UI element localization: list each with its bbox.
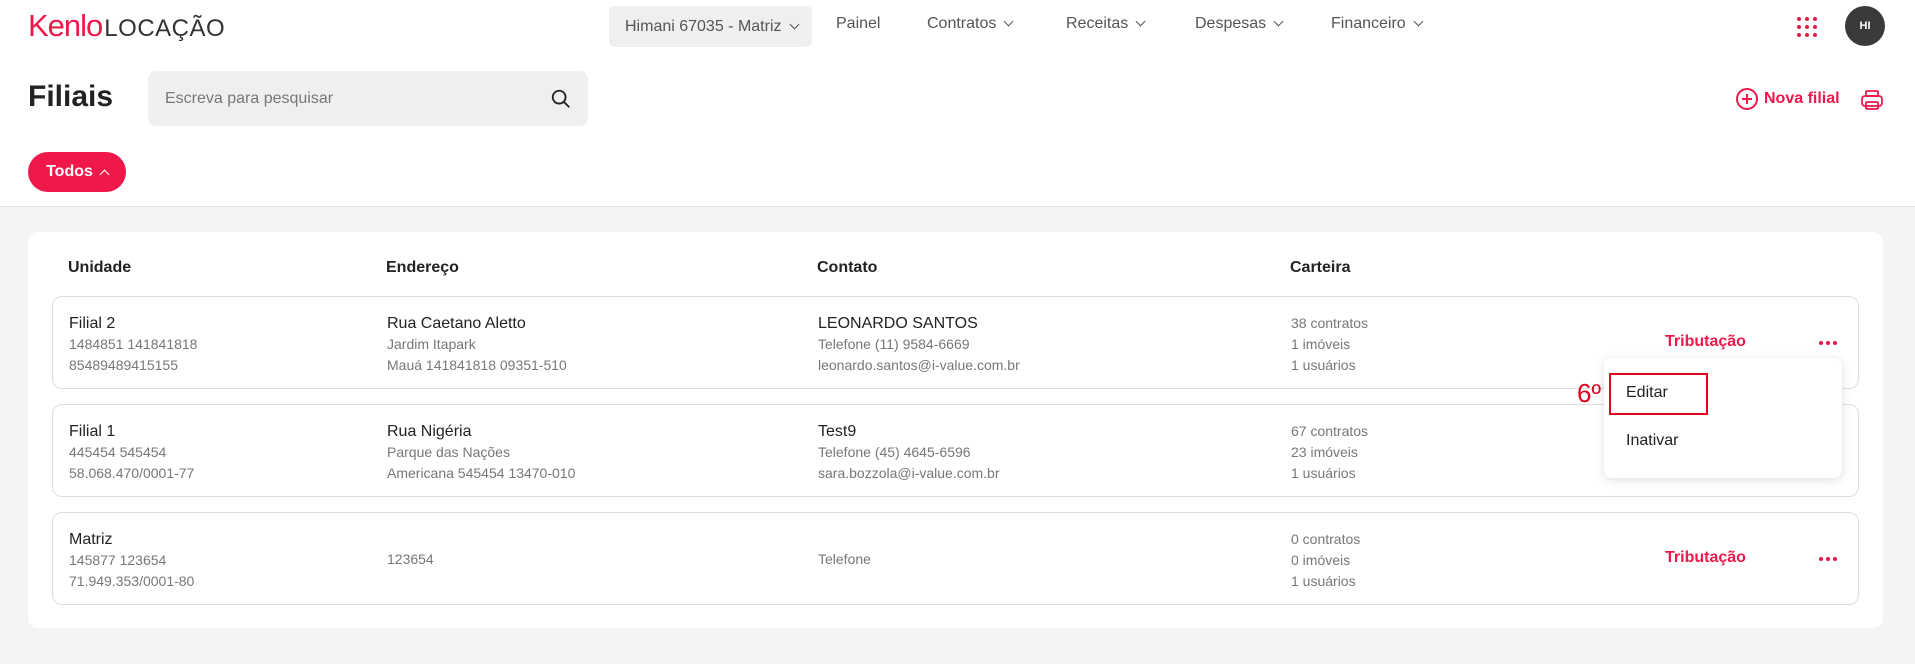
address-cell: 123654 xyxy=(387,513,434,606)
portfolio-cell: 38 contratos 1 imóveis 1 usuários xyxy=(1291,313,1368,376)
portfolio-contracts: 38 contratos xyxy=(1291,315,1369,331)
logo-product: LOCAÇÃO xyxy=(104,15,226,42)
contact-phone: Telefone (45) 4645-6596 xyxy=(818,444,971,460)
new-branch-button[interactable]: Nova filial xyxy=(1736,88,1840,110)
column-header-contato: Contato xyxy=(817,259,878,276)
contact-name: Test9 xyxy=(818,423,857,440)
chevron-down-icon xyxy=(1273,16,1284,27)
contact-cell: Test9 Telefone (45) 4645-6596 sara.bozzo… xyxy=(818,421,1000,484)
chevron-down-icon xyxy=(789,19,799,29)
new-branch-label: Nova filial xyxy=(1764,90,1840,107)
step-highlight-box xyxy=(1609,373,1708,415)
nav-label: Receitas xyxy=(1066,15,1129,32)
portfolio-cell: 67 contratos 23 imóveis 1 usuários xyxy=(1291,421,1368,484)
address-cell: Rua Caetano Aletto Jardim Itapark Mauá 1… xyxy=(387,313,567,376)
chevron-down-icon xyxy=(1135,16,1146,27)
portfolio-users: 1 usuários xyxy=(1291,357,1356,373)
logo[interactable]: Kenlo LOCAÇÃO xyxy=(28,8,225,44)
printer-icon[interactable] xyxy=(1860,88,1884,112)
nav-label: Financeiro xyxy=(1331,15,1406,32)
contact-name: LEONARDO SANTOS xyxy=(818,315,978,332)
more-options-icon[interactable] xyxy=(1818,549,1838,569)
table-row[interactable]: Matriz 145877 123654 71.949.353/0001-80 … xyxy=(52,512,1859,605)
portfolio-contracts: 0 contratos xyxy=(1291,531,1361,547)
nav-label: Despesas xyxy=(1195,15,1267,32)
unit-name: Matriz xyxy=(69,531,113,548)
column-header-endereco: Endereço xyxy=(386,259,459,276)
step-label: 6º xyxy=(1577,378,1601,408)
chevron-up-icon xyxy=(99,169,110,179)
portfolio-properties: 0 imóveis xyxy=(1291,552,1351,568)
contact-cell: LEONARDO SANTOS Telefone (11) 9584-6669 … xyxy=(818,313,1020,376)
unit-document: 85489489415155 xyxy=(69,357,179,373)
portfolio-contracts: 67 contratos xyxy=(1291,423,1369,439)
column-header-unidade: Unidade xyxy=(68,259,132,276)
contact-phone: Telefone xyxy=(818,551,871,567)
portfolio-users: 1 usuários xyxy=(1291,573,1356,589)
unit-cell: Filial 2 1484851 141841818 8548948941515… xyxy=(69,313,197,376)
portfolio-properties: 1 imóveis xyxy=(1291,336,1351,352)
table-row[interactable]: Filial 1 445454 545454 58.068.470/0001-7… xyxy=(52,404,1859,497)
tenant-label: Himani 67035 - Matriz xyxy=(625,17,782,35)
tributacao-link[interactable]: Tributação xyxy=(1665,549,1746,567)
unit-registration: 445454 545454 xyxy=(69,444,167,460)
column-header-carteira: Carteira xyxy=(1290,259,1351,276)
filter-todos-button[interactable]: Todos xyxy=(28,152,126,192)
unit-name: Filial 2 xyxy=(69,315,116,332)
unit-registration: 1484851 141841818 xyxy=(69,336,198,352)
contact-email: sara.bozzola@i-value.com.br xyxy=(818,465,1000,481)
nav-receitas[interactable]: Receitas xyxy=(1066,15,1146,33)
chevron-down-icon xyxy=(1003,16,1014,27)
search-box xyxy=(148,71,588,126)
address-city: Mauá 141841818 09351-510 xyxy=(387,357,567,373)
search-icon[interactable] xyxy=(550,88,572,110)
tributacao-link[interactable]: Tributação xyxy=(1665,333,1746,351)
more-options-icon[interactable] xyxy=(1818,333,1838,353)
contact-email: leonardo.santos@i-value.com.br xyxy=(818,357,1020,373)
nav-label: Contratos xyxy=(927,15,997,32)
address-city: Americana 545454 13470-010 xyxy=(387,465,576,481)
portfolio-cell: 0 contratos 0 imóveis 1 usuários xyxy=(1291,529,1360,592)
address-street: Rua Caetano Aletto xyxy=(387,315,526,332)
contact-phone: Telefone (11) 9584-6669 xyxy=(818,336,970,352)
nav-painel[interactable]: Painel xyxy=(836,15,880,33)
search-input[interactable] xyxy=(165,71,545,126)
nav-financeiro[interactable]: Financeiro xyxy=(1331,15,1424,33)
filter-label: Todos xyxy=(46,163,93,180)
address-street: 123654 xyxy=(387,551,434,567)
page-header: Filiais Nova filial Todos xyxy=(0,52,1915,207)
unit-registration: 145877 123654 xyxy=(69,552,167,568)
plus-circle-icon xyxy=(1736,88,1758,110)
nav-label: Painel xyxy=(836,15,881,32)
address-district: Parque das Nações xyxy=(387,444,510,460)
unit-cell: Matriz 145877 123654 71.949.353/0001-80 xyxy=(69,529,194,592)
nav-despesas[interactable]: Despesas xyxy=(1195,15,1284,33)
table-row[interactable]: Filial 2 1484851 141841818 8548948941515… xyxy=(52,296,1859,389)
chevron-down-icon xyxy=(1413,16,1424,27)
unit-document: 58.068.470/0001-77 xyxy=(69,465,195,481)
nav-contratos[interactable]: Contratos xyxy=(927,15,1014,33)
top-navbar: Kenlo LOCAÇÃO Himani 67035 - Matriz Pain… xyxy=(0,0,1915,52)
unit-document: 71.949.353/0001-80 xyxy=(69,573,195,589)
unit-name: Filial 1 xyxy=(69,423,116,440)
apps-grid-icon[interactable] xyxy=(1797,17,1817,37)
unit-cell: Filial 1 445454 545454 58.068.470/0001-7… xyxy=(69,421,194,484)
address-cell: Rua Nigéria Parque das Nações Americana … xyxy=(387,421,575,484)
address-district: Jardim Itapark xyxy=(387,336,476,352)
logo-brand: Kenlo xyxy=(28,8,103,43)
address-street: Rua Nigéria xyxy=(387,423,472,440)
portfolio-properties: 23 imóveis xyxy=(1291,444,1358,460)
contact-cell: Telefone xyxy=(818,513,871,606)
portfolio-users: 1 usuários xyxy=(1291,465,1356,481)
tenant-selector[interactable]: Himani 67035 - Matriz xyxy=(609,6,812,47)
avatar[interactable]: HI xyxy=(1845,6,1885,46)
page-title: Filiais xyxy=(28,80,114,113)
menu-item-inativar[interactable]: Inativar xyxy=(1626,432,1678,450)
